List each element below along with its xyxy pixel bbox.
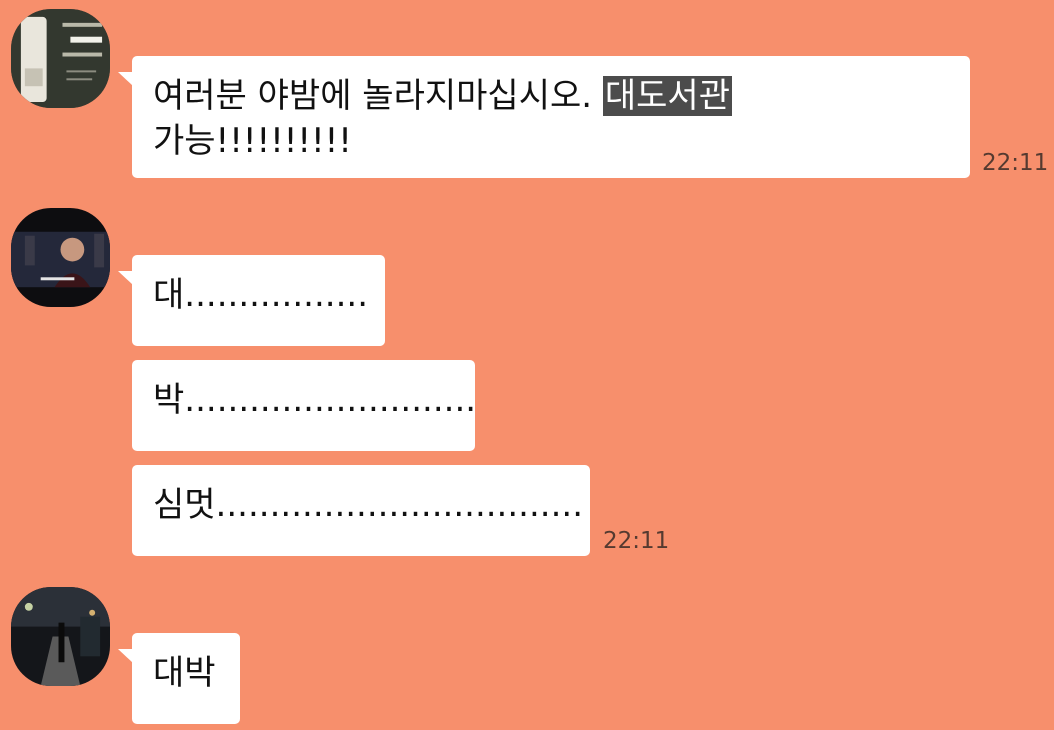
message-text: 가능!!!!!!!!!! bbox=[153, 121, 352, 161]
message-bubble[interactable]: 여러분 야밤에 놀라지마십시오. 대도서관 가능!!!!!!!!!! bbox=[118, 56, 970, 178]
message-text: 박........................... bbox=[153, 380, 477, 420]
avatar-image bbox=[11, 587, 110, 686]
avatar[interactable] bbox=[11, 9, 110, 108]
avatar[interactable] bbox=[11, 208, 110, 307]
message-text: 심멋.................................. bbox=[153, 485, 584, 525]
message-timestamp: 22:11 bbox=[603, 528, 670, 554]
message-text: 대................. bbox=[153, 275, 369, 315]
message-bubble[interactable]: 대박 bbox=[118, 633, 240, 724]
highlighted-text: 대도서관 bbox=[602, 76, 732, 116]
message-text: 대박 bbox=[153, 653, 216, 693]
message-bubble[interactable]: 심멋.................................. bbox=[132, 465, 590, 556]
avatar-image bbox=[11, 208, 110, 307]
message-text: 여러분 야밤에 놀라지마십시오. 대도서관 bbox=[153, 74, 948, 119]
message-bubble[interactable]: 박........................... bbox=[132, 360, 477, 451]
message-timestamp: 22:11 bbox=[982, 150, 1049, 176]
avatar-image bbox=[11, 9, 110, 108]
message-text-part: 여러분 야밤에 놀라지마십시오. bbox=[153, 76, 593, 116]
message-bubble[interactable]: 대................. bbox=[118, 255, 385, 346]
avatar[interactable] bbox=[11, 587, 110, 686]
